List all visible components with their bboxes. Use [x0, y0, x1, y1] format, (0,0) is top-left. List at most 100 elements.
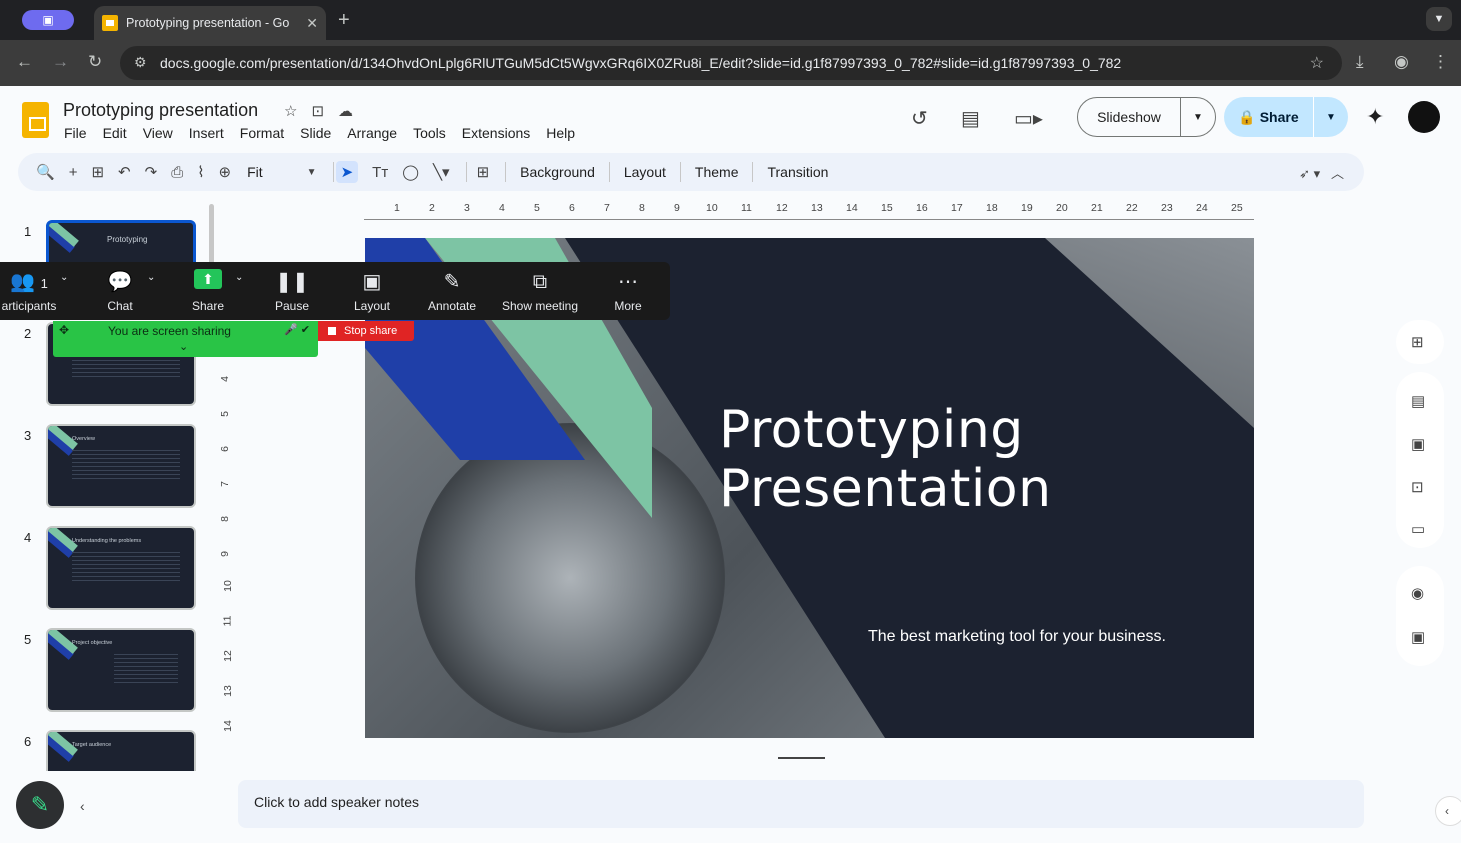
layout-label: Layout [353, 299, 391, 313]
document-title[interactable]: Prototyping presentation [63, 100, 258, 121]
chevron-down-icon[interactable]: ⌄ [235, 272, 243, 283]
share-dropdown-icon[interactable]: ▼ [1314, 112, 1348, 123]
menu-help[interactable]: Help [546, 125, 575, 141]
edit-pencil-icon[interactable]: ✎ [16, 781, 64, 829]
ruler-tick: 5 [534, 202, 540, 214]
chevron-down-icon[interactable]: ⌄ [60, 272, 68, 283]
star-icon[interactable]: ☆ [284, 102, 297, 120]
new-slide-icon[interactable]: + [69, 164, 78, 181]
move-folder-icon[interactable]: ⊡ [311, 102, 324, 120]
menu-tools[interactable]: Tools [413, 125, 446, 141]
text-box-icon[interactable]: Tт [372, 164, 388, 181]
version-history-icon[interactable]: ↺ [911, 106, 928, 131]
chat-icon: 💬 [107, 271, 133, 293]
video-icon[interactable]: ▣ [1411, 628, 1425, 646]
shape-icon[interactable]: ◯ [402, 163, 419, 181]
download-icon[interactable]: ⤓ [1356, 52, 1364, 72]
annotate-button[interactable]: ✎ Annotate [422, 262, 482, 320]
slide-thumbnail[interactable]: Project objective [46, 628, 196, 712]
cloud-status-icon[interactable]: ☁ [338, 102, 353, 120]
keep-icon[interactable]: ⊞ [1411, 333, 1424, 351]
browser-tab[interactable]: Prototyping presentation - Go ✕ [94, 6, 326, 40]
show-meeting-icon: ⧉ [532, 271, 548, 293]
menu-arrange[interactable]: Arrange [347, 125, 397, 141]
pause-button[interactable]: ❚❚ Pause [267, 262, 317, 320]
undo-icon[interactable]: ↶ [118, 163, 131, 181]
paint-format-icon[interactable]: ⌇ [197, 163, 204, 181]
comment-add-icon[interactable]: ⊞ [477, 163, 490, 181]
menu-format[interactable]: Format [240, 125, 284, 141]
new-tab-button[interactable]: + [338, 9, 350, 32]
chat-label: Chat [107, 299, 133, 313]
bookmark-star-icon[interactable]: ☆ [1310, 53, 1324, 73]
slide-thumbnail[interactable]: Target audience [46, 730, 196, 771]
extension-icon[interactable]: ◉ [1394, 52, 1409, 72]
meet-camera-icon[interactable]: ▭▸ [1014, 106, 1043, 131]
slide-thumbnail[interactable]: Overview [46, 424, 196, 508]
stop-share-button[interactable]: Stop share [318, 321, 414, 341]
share-screen-button[interactable]: ⬆ Share [183, 262, 233, 320]
tasks-icon[interactable]: ▤ [1411, 392, 1425, 410]
notes-resize-handle[interactable] [778, 757, 825, 759]
slide-thumbnail[interactable]: Understanding the problems [46, 526, 196, 610]
profile-switcher[interactable]: ▣ [22, 10, 74, 30]
transition-button[interactable]: Transition [767, 164, 828, 180]
collapse-filmstrip-icon[interactable]: ‹ [80, 798, 85, 814]
background-button[interactable]: Background [520, 164, 595, 180]
new-slide-layout-icon[interactable]: ⊞ [91, 163, 104, 181]
slide-title[interactable]: Prototyping Presentation [719, 401, 1052, 519]
menu-edit[interactable]: Edit [103, 125, 127, 141]
redo-icon[interactable]: ↷ [145, 163, 158, 181]
menu-file[interactable]: File [64, 125, 87, 141]
browser-menu-icon[interactable]: ⋮ [1432, 52, 1449, 72]
speaker-notes[interactable]: Click to add speaker notes [238, 780, 1364, 828]
slides-logo-icon[interactable] [22, 102, 49, 138]
line-icon[interactable]: ╲▾ [433, 163, 450, 181]
participants-button[interactable]: 👥 1 articipants [0, 262, 60, 320]
slideshow-dropdown-icon[interactable]: ▼ [1181, 112, 1215, 123]
show-meeting-button[interactable]: ⧉ Show meeting [496, 262, 584, 320]
folder-icon[interactable]: ▭ [1411, 520, 1425, 538]
theme-button[interactable]: Theme [695, 164, 739, 180]
comments-icon[interactable]: ▤ [961, 106, 980, 131]
share-button[interactable]: 🔒 Share ▼ [1224, 97, 1348, 137]
slide-subtitle[interactable]: The best marketing tool for your busines… [868, 628, 1166, 646]
search-menus-icon[interactable]: 🔍 [36, 163, 55, 181]
zoom-icon[interactable]: ⊕ [219, 163, 232, 181]
chevron-down-icon[interactable]: ⌄ [147, 272, 155, 283]
menu-extensions[interactable]: Extensions [462, 125, 530, 141]
screen-sharing-banner[interactable]: ✥ You are screen sharing 🎤 ✔ ⌄ [53, 321, 318, 357]
menu-slide[interactable]: Slide [300, 125, 331, 141]
more-button[interactable]: ⋯ More [603, 262, 653, 320]
participants-icon: 👥 1 [10, 271, 48, 293]
zoom-select[interactable]: Fit [247, 164, 263, 180]
gemini-icon[interactable]: ✦ [1366, 104, 1384, 130]
show-meeting-label: Show meeting [501, 299, 579, 313]
tab-search-button[interactable]: ▼ [1426, 7, 1452, 31]
annotate-pencil-icon: ✎ [443, 271, 461, 293]
drag-handle-icon[interactable]: ✥ [59, 323, 69, 337]
forward-icon[interactable]: → [52, 52, 69, 72]
site-info-icon[interactable]: ⚙ [134, 54, 147, 71]
slideshow-button[interactable]: Slideshow ▼ [1077, 97, 1216, 137]
expand-side-panel-icon[interactable]: ‹ [1435, 796, 1461, 826]
select-tool-icon[interactable]: ➤ [335, 161, 359, 183]
slide-number: 1 [24, 224, 32, 239]
url-field[interactable]: ⚙ docs.google.com/presentation/d/134Ohvd… [120, 46, 1342, 80]
menu-view[interactable]: View [143, 125, 173, 141]
zoom-dropdown-icon[interactable]: ▼ [307, 167, 317, 178]
layout-button[interactable]: Layout [624, 164, 666, 180]
contacts-icon[interactable]: ⊡ [1411, 478, 1424, 496]
calendar-icon[interactable]: ▣ [1411, 435, 1425, 453]
print-icon[interactable]: ⎙ [171, 164, 183, 181]
menu-insert[interactable]: Insert [189, 125, 224, 141]
layout-button[interactable]: ▣ Layout [346, 262, 398, 320]
chevron-down-icon[interactable]: ⌄ [179, 340, 188, 353]
tab-close-icon[interactable]: ✕ [306, 15, 318, 32]
avatar[interactable] [1408, 101, 1440, 133]
collapse-toolbar-icon[interactable]: ➶ ▾ ︿ [1299, 163, 1344, 182]
chat-button[interactable]: 💬 Chat [95, 262, 145, 320]
back-icon[interactable]: ← [16, 52, 33, 72]
record-icon[interactable]: ◉ [1411, 584, 1424, 602]
reload-icon[interactable]: ↻ [88, 52, 102, 72]
